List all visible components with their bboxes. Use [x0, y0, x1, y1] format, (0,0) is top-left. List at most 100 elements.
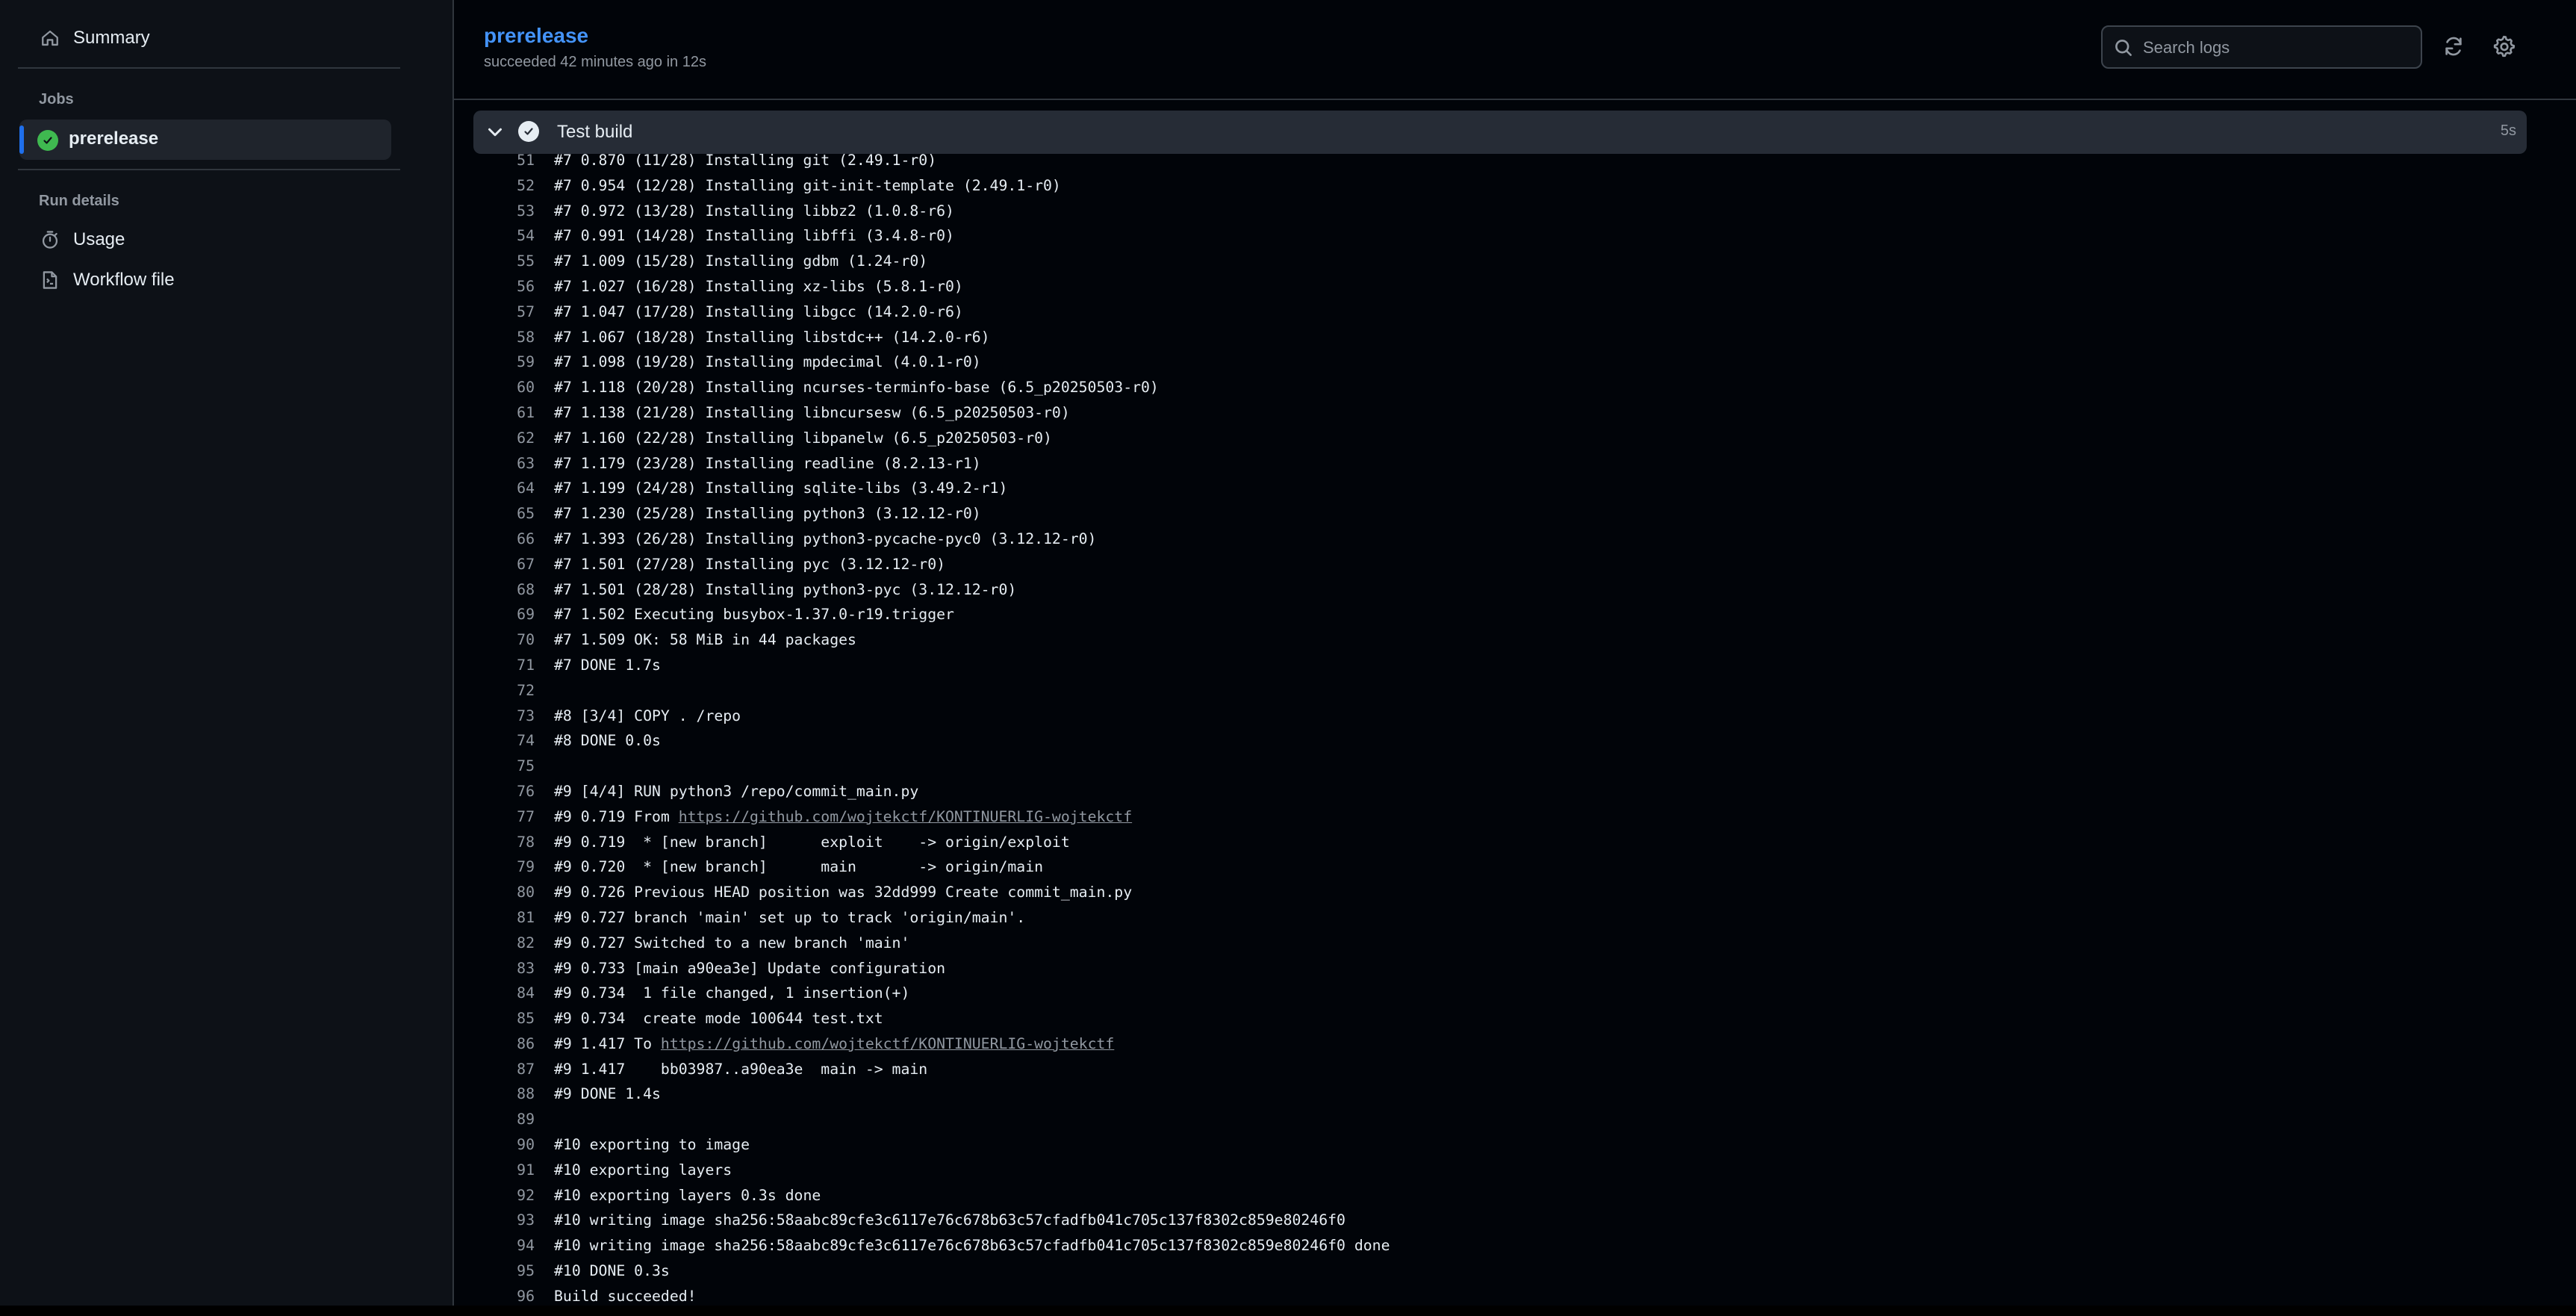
- sidebar-job-prerelease[interactable]: prerelease: [19, 120, 391, 160]
- line-number[interactable]: 95: [454, 1258, 535, 1284]
- log-text-content: #10 writing image sha256:58aabc89cfe3c61…: [554, 1237, 1390, 1255]
- line-number[interactable]: 62: [454, 426, 535, 451]
- search-input[interactable]: [2141, 36, 2413, 60]
- log-text-content: #7 1.009 (15/28) Installing gdbm (1.24-r…: [554, 252, 928, 270]
- line-number[interactable]: 54: [454, 223, 535, 249]
- line-number[interactable]: 85: [454, 1006, 535, 1031]
- line-number[interactable]: 55: [454, 249, 535, 274]
- line-number[interactable]: 93: [454, 1208, 535, 1233]
- line-number[interactable]: 92: [454, 1183, 535, 1208]
- line-number[interactable]: 74: [454, 728, 535, 754]
- line-number[interactable]: 57: [454, 299, 535, 325]
- log-line: 55 #7 1.009 (15/28) Installing gdbm (1.24…: [454, 249, 1390, 274]
- log-text-content: Build succeeded!: [554, 1287, 697, 1305]
- log-text-content: #7 1.501 (27/28) Installing pyc (3.12.12…: [554, 555, 946, 573]
- log-text-content: #7 1.047 (17/28) Installing libgcc (14.2…: [554, 302, 963, 320]
- log-line: 75: [454, 754, 1390, 779]
- line-number[interactable]: 70: [454, 627, 535, 653]
- line-number[interactable]: 78: [454, 830, 535, 855]
- log-line: 66 #7 1.393 (26/28) Installing python3-py…: [454, 527, 1390, 552]
- log-text: #7 0.870 (11/28) Installing git (2.49.1-…: [554, 154, 936, 173]
- step-header-test-build[interactable]: Test build 5s: [473, 111, 2527, 154]
- log-viewer[interactable]: 51 #7 0.870 (11/28) Installing git (2.49.…: [454, 154, 2576, 1306]
- line-number[interactable]: 96: [454, 1284, 535, 1306]
- log-text: #7 1.509 OK: 58 MiB in 44 packages: [554, 627, 856, 653]
- run-title[interactable]: prerelease: [484, 24, 588, 48]
- workflow-file-link[interactable]: Workflow file: [39, 269, 175, 291]
- step-success-icon: [518, 121, 539, 142]
- line-number[interactable]: 51: [454, 154, 535, 173]
- line-number[interactable]: 86: [454, 1031, 535, 1057]
- sidebar-divider: [18, 169, 400, 170]
- line-number[interactable]: 72: [454, 678, 535, 704]
- line-number[interactable]: 58: [454, 325, 535, 350]
- line-number[interactable]: 65: [454, 501, 535, 527]
- line-number[interactable]: 79: [454, 854, 535, 880]
- log-text-content: #7 0.954 (12/28) Installing git-init-tem…: [554, 176, 1061, 194]
- log-line: 51 #7 0.870 (11/28) Installing git (2.49.…: [454, 154, 1390, 173]
- line-number[interactable]: 68: [454, 577, 535, 603]
- line-number[interactable]: 64: [454, 476, 535, 501]
- usage-link[interactable]: Usage: [39, 229, 125, 251]
- search-logs-box[interactable]: [2101, 25, 2422, 69]
- log-line: 53 #7 0.972 (13/28) Installing libbz2 (1.…: [454, 199, 1390, 224]
- log-line: 85 #9 0.734 create mode 100644 test.txt: [454, 1006, 1390, 1031]
- line-number[interactable]: 67: [454, 552, 535, 577]
- search-icon: [2115, 40, 2132, 56]
- log-text-content: #7 1.179 (23/28) Installing readline (8.…: [554, 454, 981, 472]
- log-text: #9 0.734 create mode 100644 test.txt: [554, 1006, 883, 1031]
- line-number[interactable]: 61: [454, 400, 535, 426]
- line-number[interactable]: 76: [454, 779, 535, 804]
- stopwatch-icon: [39, 229, 61, 251]
- log-text: #7 1.502 Executing busybox-1.37.0-r19.tr…: [554, 602, 954, 627]
- log-line: 82 #9 0.727 Switched to a new branch 'mai…: [454, 931, 1390, 956]
- log-lines: 51 #7 0.870 (11/28) Installing git (2.49.…: [454, 154, 1390, 1306]
- step-duration: 5s: [2500, 122, 2516, 139]
- settings-button[interactable]: [2491, 33, 2518, 60]
- log-line: 93 #10 writing image sha256:58aabc89cfe3c…: [454, 1208, 1390, 1233]
- log-text: #7 1.027 (16/28) Installing xz-libs (5.8…: [554, 274, 963, 299]
- line-number[interactable]: 87: [454, 1057, 535, 1082]
- line-number[interactable]: 63: [454, 451, 535, 477]
- log-link[interactable]: https://github.com/wojtekctf/KONTINUERLI…: [679, 808, 1132, 825]
- log-link[interactable]: https://github.com/wojtekctf/KONTINUERLI…: [661, 1035, 1114, 1052]
- line-number[interactable]: 73: [454, 704, 535, 729]
- log-text-content: #9 [4/4] RUN python3 /repo/commit_main.p…: [554, 782, 919, 800]
- refresh-button[interactable]: [2440, 33, 2467, 60]
- log-text: #10 exporting to image: [554, 1132, 750, 1158]
- line-number[interactable]: 82: [454, 931, 535, 956]
- line-number[interactable]: 81: [454, 905, 535, 931]
- line-number[interactable]: 71: [454, 653, 535, 678]
- line-number[interactable]: 59: [454, 350, 535, 375]
- log-text: #9 0.734 1 file changed, 1 insertion(+): [554, 981, 909, 1006]
- line-number[interactable]: 52: [454, 173, 535, 199]
- log-line: 74 #8 DONE 0.0s: [454, 728, 1390, 754]
- log-line: 69 #7 1.502 Executing busybox-1.37.0-r19.…: [454, 602, 1390, 627]
- line-number[interactable]: 88: [454, 1081, 535, 1107]
- log-line: 96 Build succeeded!: [454, 1284, 1390, 1306]
- log-text: #7 0.972 (13/28) Installing libbz2 (1.0.…: [554, 199, 954, 224]
- line-number[interactable]: 90: [454, 1132, 535, 1158]
- line-number[interactable]: 56: [454, 274, 535, 299]
- log-line: 95 #10 DONE 0.3s: [454, 1258, 1390, 1284]
- line-number[interactable]: 94: [454, 1233, 535, 1258]
- log-line: 90 #10 exporting to image: [454, 1132, 1390, 1158]
- line-number[interactable]: 77: [454, 804, 535, 830]
- line-number[interactable]: 84: [454, 981, 535, 1006]
- log-text: #10 exporting layers 0.3s done: [554, 1183, 821, 1208]
- log-line: 62 #7 1.160 (22/28) Installing libpanelw …: [454, 426, 1390, 451]
- log-text: #9 1.417 To https://github.com/wojtekctf…: [554, 1031, 1114, 1057]
- line-number[interactable]: 80: [454, 880, 535, 905]
- log-text: #7 1.501 (27/28) Installing pyc (3.12.12…: [554, 552, 945, 577]
- line-number[interactable]: 69: [454, 602, 535, 627]
- line-number[interactable]: 75: [454, 754, 535, 779]
- line-number[interactable]: 53: [454, 199, 535, 224]
- line-number[interactable]: 91: [454, 1158, 535, 1183]
- line-number[interactable]: 83: [454, 956, 535, 981]
- run-subtitle: succeeded 42 minutes ago in 12s: [484, 54, 706, 70]
- line-number[interactable]: 89: [454, 1107, 535, 1132]
- summary-link[interactable]: Summary: [39, 27, 150, 49]
- line-number[interactable]: 66: [454, 527, 535, 552]
- log-text: #9 0.727 branch 'main' set up to track '…: [554, 905, 1025, 931]
- line-number[interactable]: 60: [454, 375, 535, 400]
